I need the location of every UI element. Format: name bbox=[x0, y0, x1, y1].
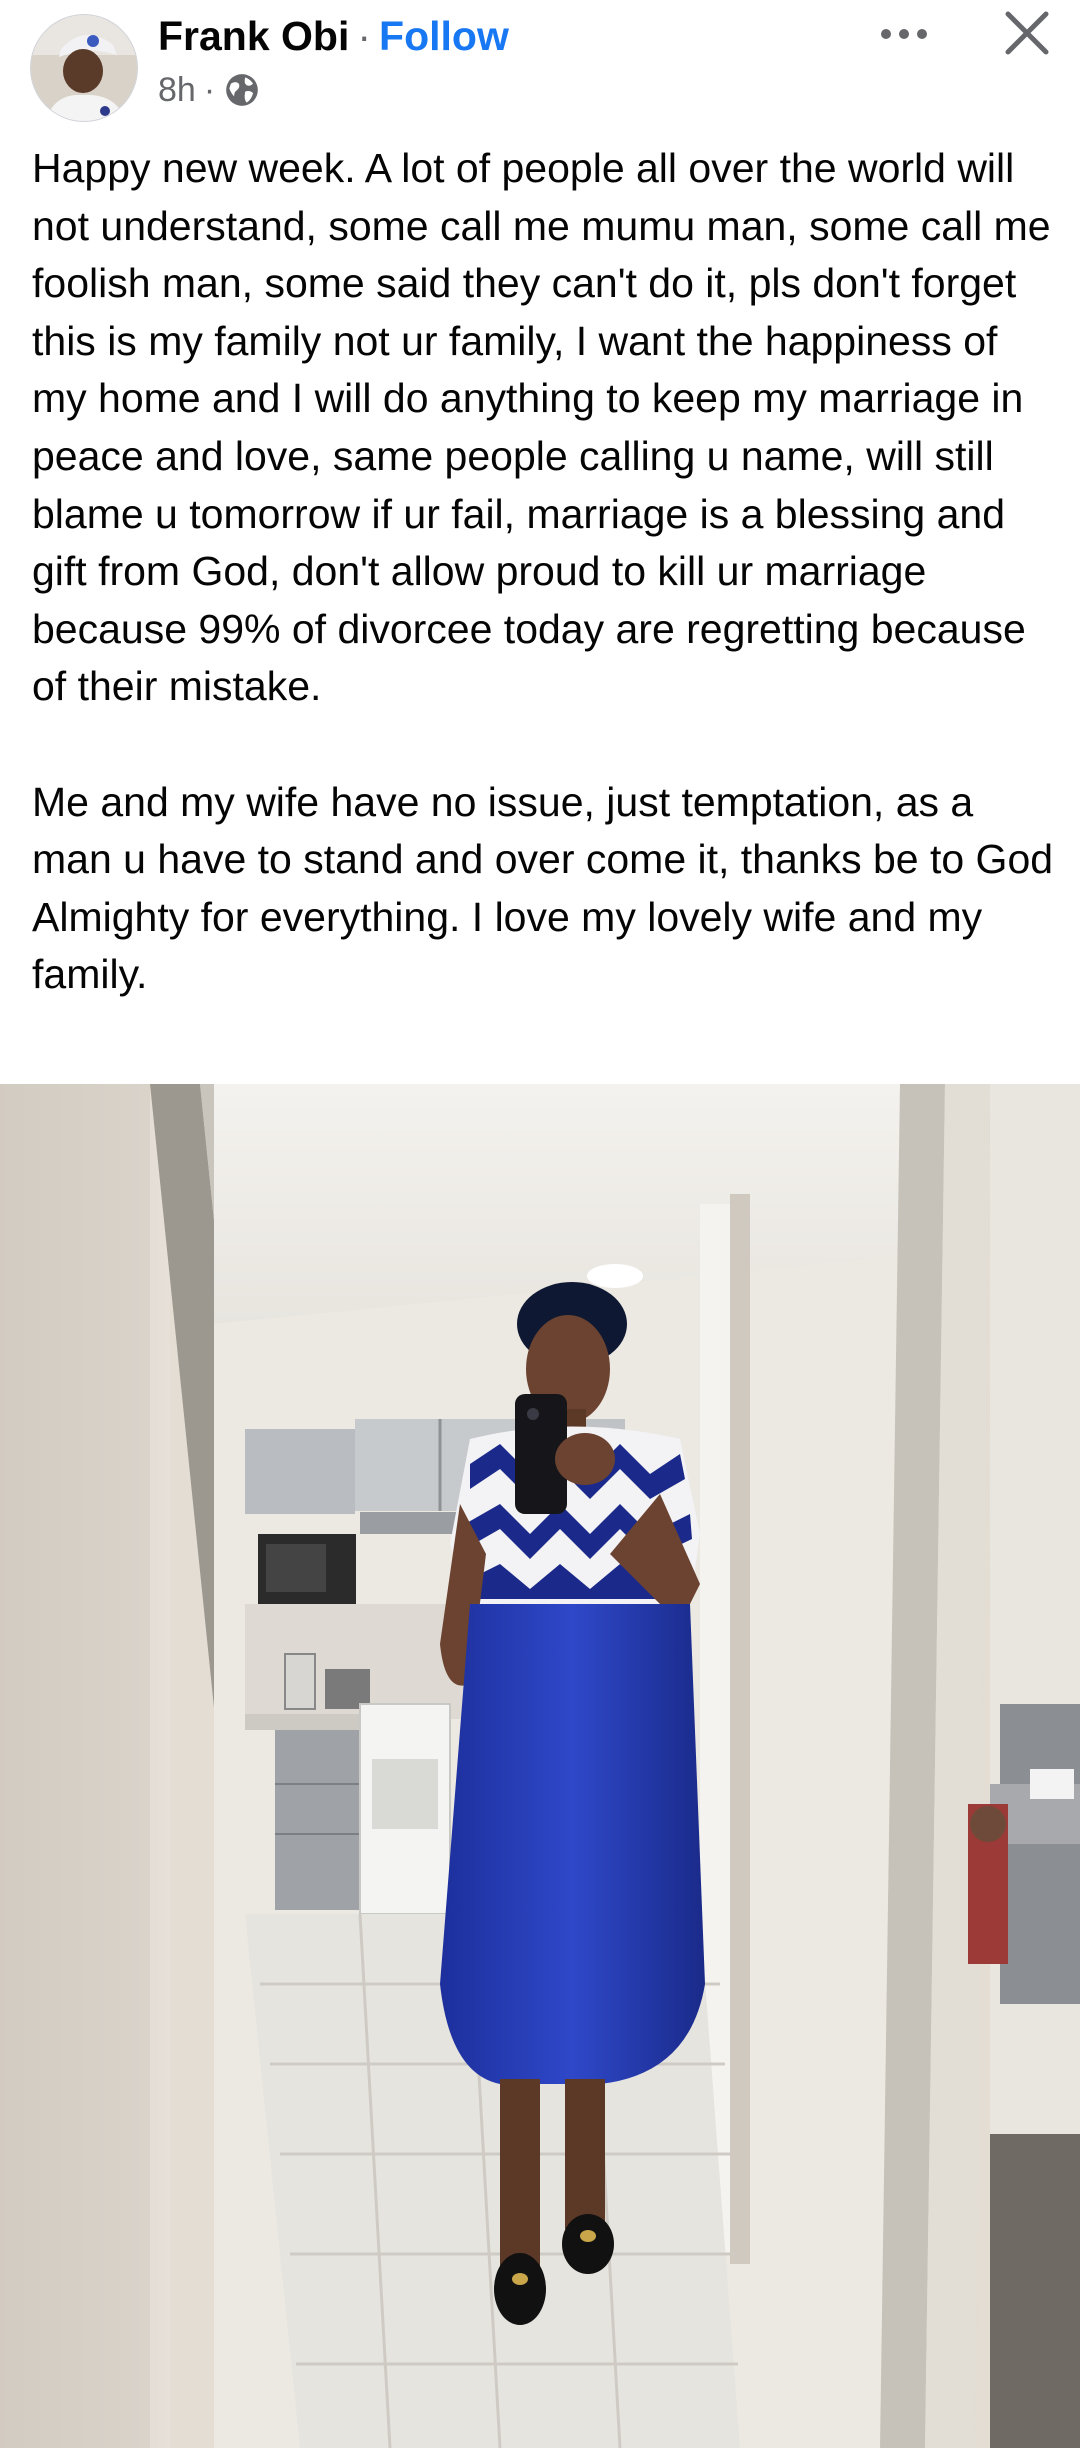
globe-icon[interactable] bbox=[223, 71, 261, 109]
author-avatar[interactable] bbox=[30, 14, 138, 122]
more-options-icon bbox=[881, 29, 927, 39]
post-card: Frank Obi · Follow 8h · Happy new week. … bbox=[0, 0, 1080, 2448]
post-paragraph: Happy new week. A lot of people all over… bbox=[32, 145, 1051, 710]
follow-button[interactable]: Follow bbox=[379, 13, 509, 60]
post-paragraph: Me and my wife have no issue, just tempt… bbox=[32, 778, 1054, 998]
more-options-button[interactable] bbox=[870, 6, 938, 62]
post-header: Frank Obi · Follow 8h · bbox=[0, 0, 1080, 125]
post-meta: 8h · bbox=[158, 68, 261, 112]
meta-separator: · bbox=[203, 70, 216, 109]
post-timestamp[interactable]: 8h bbox=[158, 71, 196, 110]
close-icon bbox=[1005, 11, 1049, 55]
author-row: Frank Obi · Follow bbox=[158, 8, 509, 64]
close-button[interactable] bbox=[990, 0, 1064, 66]
author-name[interactable]: Frank Obi bbox=[158, 13, 349, 60]
photo-image bbox=[0, 1084, 1080, 2448]
name-separator: · bbox=[357, 12, 372, 59]
avatar-image bbox=[31, 15, 137, 121]
post-photo[interactable] bbox=[0, 1084, 1080, 2448]
post-body-text: Happy new week. A lot of people all over… bbox=[32, 140, 1062, 1004]
